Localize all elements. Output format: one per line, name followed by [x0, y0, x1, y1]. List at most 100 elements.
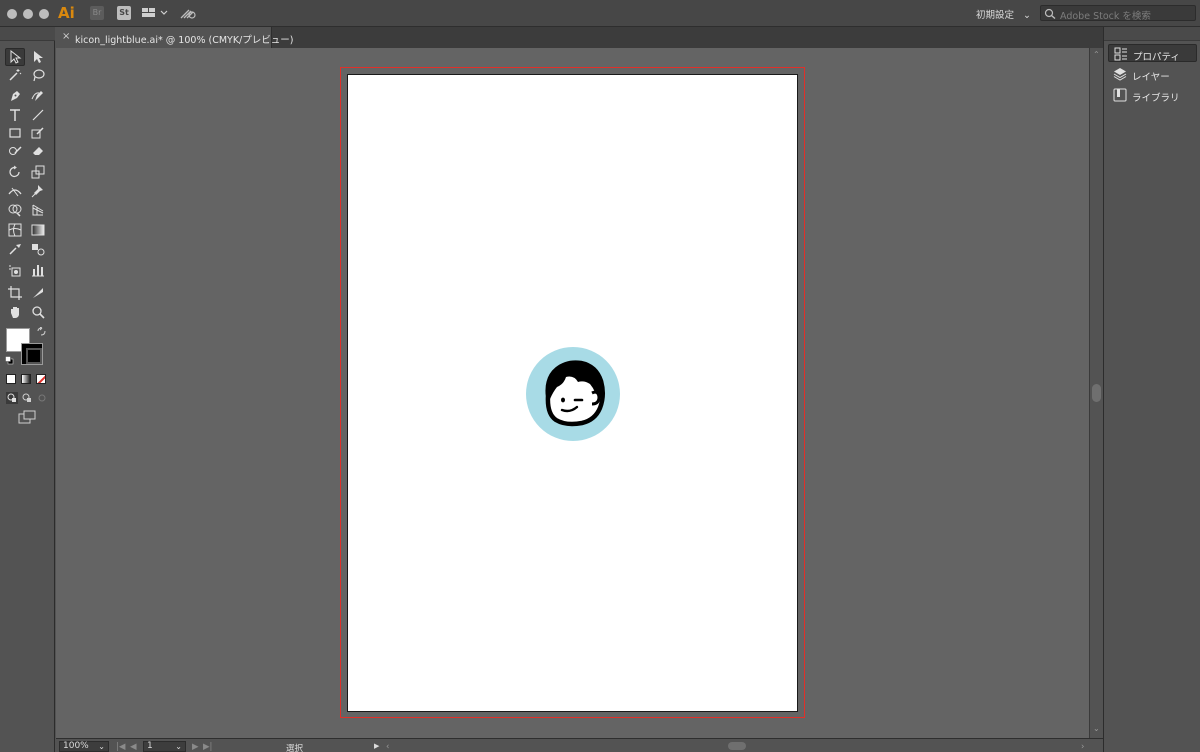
artboard-icon: [8, 286, 22, 300]
properties-label: プロパティ: [1133, 52, 1180, 63]
none-mode-button[interactable]: [36, 374, 46, 384]
document-tab-bar: × kicon_lightblue.ai* @ 100% (CMYK/プレビュー…: [56, 27, 1103, 48]
illustrator-window: Ai Br St 初期設定 ⌄ Adobe Stock を検索 × kicon_…: [0, 0, 1200, 752]
line-segment-icon: [32, 109, 44, 121]
face-avatar-artwork[interactable]: [526, 347, 620, 441]
tools-panel-grip[interactable]: [0, 27, 55, 41]
gradient-tool[interactable]: [28, 221, 48, 239]
lasso-icon: [33, 69, 45, 82]
line-segment-tool[interactable]: [28, 106, 48, 124]
swap-colors-icon[interactable]: [37, 327, 46, 336]
shape-builder-tool[interactable]: [5, 201, 25, 219]
gradient-mode-button[interactable]: [21, 374, 31, 384]
shaper-icon: [31, 127, 44, 139]
layers-label: レイヤー: [1132, 72, 1170, 83]
direct-selection-arrow-icon: [34, 51, 43, 63]
libraries-panel-tab[interactable]: ライブラリ: [1108, 86, 1197, 104]
panel-dock-grip[interactable]: [1104, 27, 1200, 41]
workspace-switcher[interactable]: 初期設定 ⌄: [976, 7, 1031, 21]
type-t-icon: [10, 109, 20, 121]
puppet-warp-tool[interactable]: [28, 182, 48, 200]
horizontal-scroll-thumb[interactable]: [728, 742, 746, 750]
eraser-tool[interactable]: [28, 142, 48, 160]
gpu-performance-button[interactable]: [179, 6, 197, 20]
properties-panel-tab[interactable]: プロパティ: [1108, 44, 1197, 63]
symbol-sprayer-icon: [9, 265, 21, 277]
default-colors-icon[interactable]: [5, 356, 14, 365]
tools-panel: [0, 27, 55, 752]
artboard-tool[interactable]: [5, 284, 25, 302]
rectangle-tool[interactable]: [5, 124, 25, 142]
magic-wand-tool[interactable]: [5, 66, 25, 84]
close-window-button[interactable]: [7, 9, 17, 19]
draw-inside-icon[interactable]: [36, 392, 48, 404]
search-icon: [1044, 8, 1056, 19]
blend-icon: [32, 244, 45, 256]
layers-panel-tab[interactable]: レイヤー: [1108, 65, 1197, 83]
perspective-grid-icon: [32, 204, 44, 216]
canvas-area[interactable]: [56, 48, 1089, 738]
scroll-left-icon[interactable]: ‹: [386, 742, 389, 752]
lasso-tool[interactable]: [28, 66, 48, 84]
shaper-tool[interactable]: [5, 142, 25, 160]
bridge-button[interactable]: Br: [90, 6, 104, 20]
magic-wand-icon: [9, 69, 22, 81]
column-graph-tool[interactable]: [28, 261, 48, 279]
vertical-scroll-thumb[interactable]: [1092, 384, 1101, 402]
previous-artboard-icon[interactable]: ◀: [130, 742, 137, 752]
arrange-documents-button[interactable]: [141, 6, 169, 20]
mesh-tool[interactable]: [5, 221, 25, 239]
pen-icon: [11, 91, 20, 101]
shape-builder-icon: [8, 204, 22, 217]
close-tab-icon[interactable]: ×: [62, 31, 70, 42]
properties-icon: [1114, 47, 1127, 61]
stock-button[interactable]: St: [117, 6, 131, 20]
scroll-right-icon[interactable]: ›: [1081, 742, 1084, 752]
scroll-up-icon[interactable]: ⌃: [1093, 50, 1100, 59]
eyedropper-tool[interactable]: [5, 240, 25, 258]
stock-search-input[interactable]: Adobe Stock を検索: [1040, 5, 1196, 22]
slice-knife-icon: [33, 288, 43, 298]
search-placeholder: Adobe Stock を検索: [1060, 11, 1151, 22]
last-artboard-icon[interactable]: ▶|: [203, 742, 212, 752]
selection-tool[interactable]: [5, 48, 25, 66]
eyedropper-icon: [9, 244, 21, 255]
hand-tool[interactable]: [5, 303, 25, 321]
vertical-scrollbar[interactable]: ⌃ ⌄: [1089, 48, 1103, 738]
artboard-number-field[interactable]: 1 ⌄: [143, 741, 186, 752]
minimize-window-button[interactable]: [23, 9, 33, 19]
arrange-documents-icon: [142, 8, 168, 17]
status-bar: 100% ⌄ |◀ ◀ 1 ⌄ ▶ ▶| 選択 ▶ ‹ ›: [56, 738, 1103, 752]
rotate-tool[interactable]: [5, 163, 25, 181]
pin-icon: [31, 185, 43, 198]
zoom-tool[interactable]: [28, 303, 48, 321]
paintbrush-tool[interactable]: [28, 124, 48, 142]
gradient-icon: [31, 224, 45, 236]
color-mode-button[interactable]: [6, 374, 16, 384]
selection-arrow-icon: [10, 50, 22, 64]
symbol-sprayer-tool[interactable]: [5, 261, 25, 279]
document-tab[interactable]: × kicon_lightblue.ai* @ 100% (CMYK/プレビュー…: [56, 27, 293, 48]
pen-tool[interactable]: [5, 87, 25, 105]
zoom-level-field[interactable]: 100% ⌄: [59, 741, 109, 752]
screen-mode-icon[interactable]: [18, 410, 36, 424]
slice-tool[interactable]: [28, 284, 48, 302]
direct-selection-tool[interactable]: [28, 48, 48, 66]
draw-normal-icon[interactable]: [6, 392, 18, 404]
perspective-grid-tool[interactable]: [28, 201, 48, 219]
next-artboard-icon[interactable]: ▶: [192, 742, 199, 752]
zoom-window-button[interactable]: [39, 9, 49, 19]
status-menu-arrow-icon[interactable]: ▶: [374, 742, 379, 750]
curvature-tool[interactable]: [28, 87, 48, 105]
scale-tool[interactable]: [28, 163, 48, 181]
curvature-pen-icon: [31, 91, 43, 101]
scroll-down-icon[interactable]: ⌄: [1093, 724, 1100, 733]
first-artboard-icon[interactable]: |◀: [116, 742, 125, 752]
stroke-color-swatch[interactable]: [21, 343, 43, 365]
width-tool[interactable]: [5, 182, 25, 200]
draw-behind-icon[interactable]: [21, 392, 33, 404]
app-bar: Ai Br St 初期設定 ⌄ Adobe Stock を検索: [0, 0, 1200, 27]
layers-icon: [1113, 68, 1127, 81]
type-tool[interactable]: [5, 106, 25, 124]
blend-tool[interactable]: [28, 240, 48, 258]
